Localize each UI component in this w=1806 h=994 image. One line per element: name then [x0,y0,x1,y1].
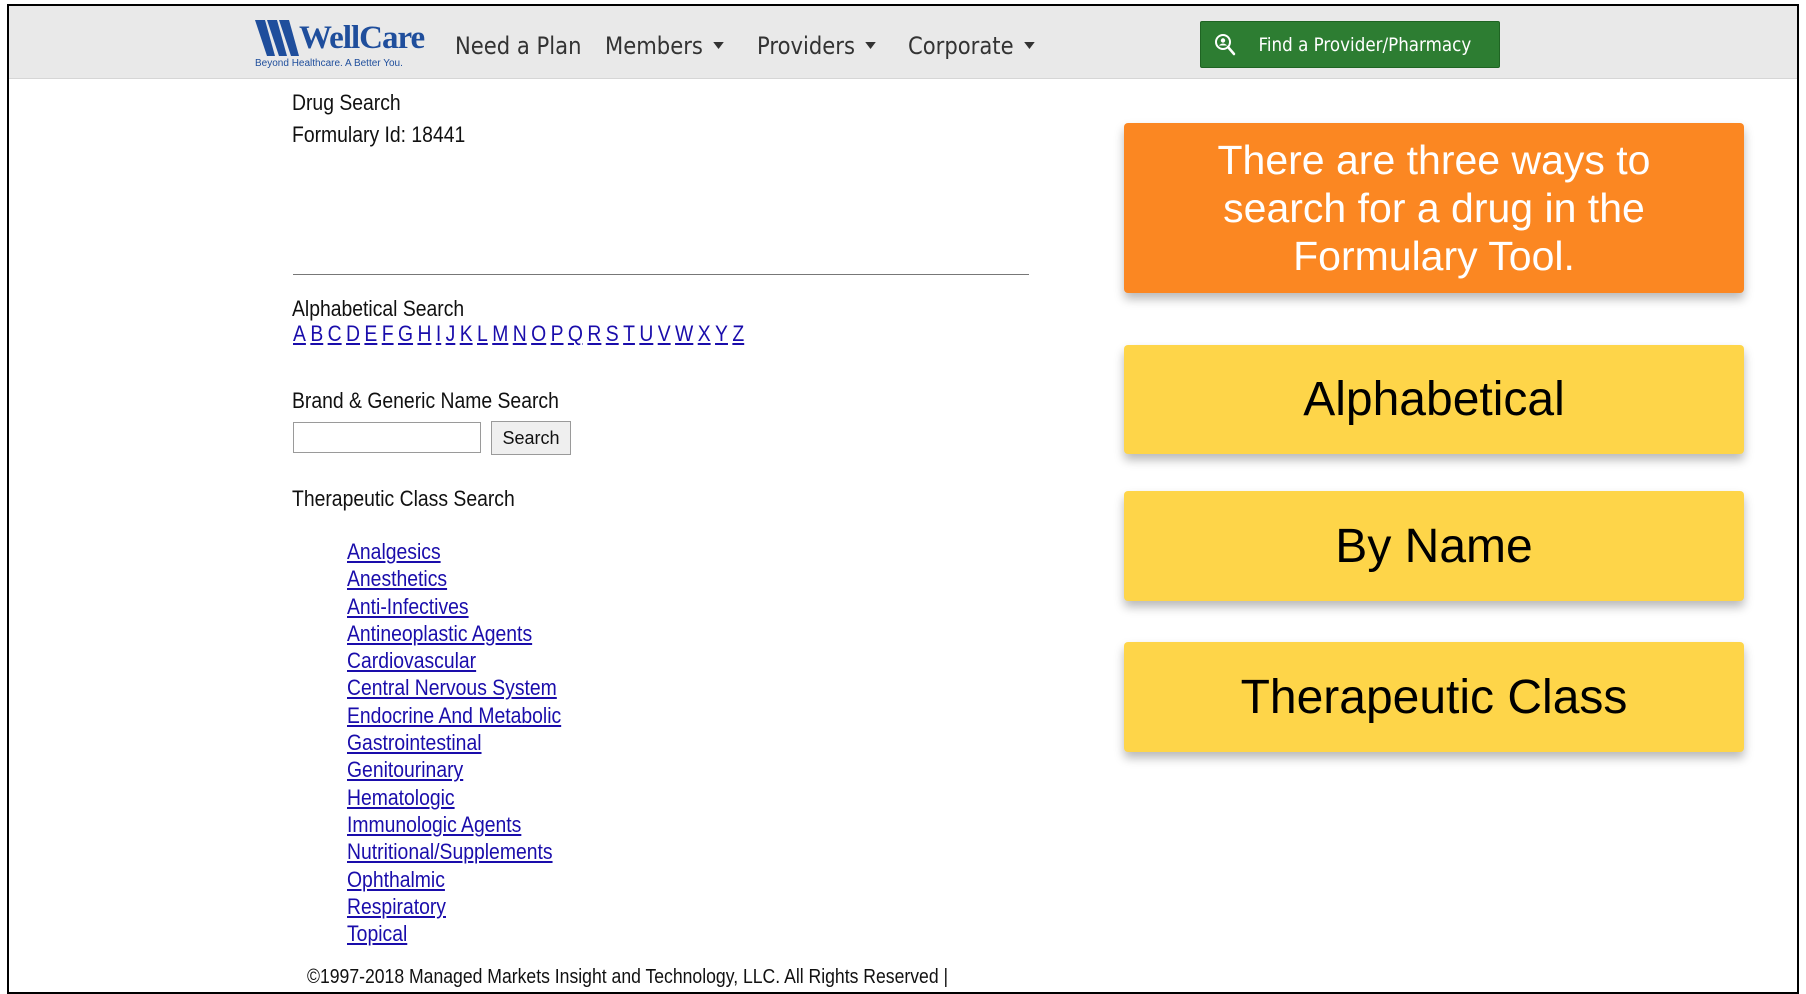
letter-link-u[interactable]: U [639,321,653,346]
therapeutic-class-link[interactable]: Gastrointestinal [347,729,482,756]
letter-link-s[interactable]: S [606,321,619,346]
nav-corporate[interactable]: Corporate [908,32,1035,60]
list-item: Analgesics [347,538,590,565]
alphabet-links: ABCDEFGHIJKLMNOPQRSTUVWXYZ [293,321,749,347]
letter-link-o[interactable]: O [531,321,546,346]
by-name-callout[interactable]: By Name [1124,491,1744,601]
therapeutic-class-link[interactable]: Hematologic [347,784,455,811]
letter-link-w[interactable]: W [675,321,693,346]
nav-need-a-plan[interactable]: Need a Plan [455,32,582,60]
therapeutic-class-link[interactable]: Anesthetics [347,565,447,592]
caret-down-icon [865,41,877,49]
list-item: Ophthalmic [347,866,590,893]
list-item: Hematologic [347,784,590,811]
list-item: Topical [347,920,590,947]
nav-label: Providers [757,32,855,60]
app-frame: WellCare Beyond Healthcare. A Better You… [7,4,1799,994]
letter-link-n[interactable]: N [513,321,527,346]
divider [293,274,1029,275]
therapeutic-class-link[interactable]: Immunologic Agents [347,811,521,838]
list-item: Genitourinary [347,756,590,783]
therapeutic-class-list: Analgesics Anesthetics Anti-Infectives Anti… [347,538,590,947]
page-title: Drug Search [292,90,401,115]
formulary-id: Formulary Id: 18441 [292,122,466,147]
therapeutic-class-link[interactable]: Respiratory [347,893,446,920]
drug-name-input[interactable] [293,422,481,453]
letter-link-q[interactable]: Q [568,321,583,346]
list-item: Cardiovascular [347,647,590,674]
nav-label: Members [605,32,703,60]
letter-link-b[interactable]: B [310,321,323,346]
wellcare-logo-icon [255,20,299,56]
therapeutic-class-link[interactable]: Analgesics [347,538,441,565]
caret-down-icon [1024,41,1035,49]
wellcare-logo[interactable]: WellCare Beyond Healthcare. A Better You… [255,16,435,74]
letter-link-f[interactable]: F [382,321,394,346]
list-item: Antineoplastic Agents [347,620,590,647]
letter-link-c[interactable]: C [328,321,342,346]
caret-down-icon [713,41,725,49]
list-item: Central Nervous System [347,674,590,701]
search-button[interactable]: Search [491,421,571,455]
letter-link-h[interactable]: H [417,321,431,346]
list-item: Anesthetics [347,565,590,592]
letter-link-j[interactable]: J [446,321,456,346]
nav-label: Need a Plan [455,32,582,60]
letter-link-k[interactable]: K [460,321,473,346]
alphabetical-callout[interactable]: Alphabetical [1124,345,1744,454]
name-search-heading: Brand & Generic Name Search [292,388,559,413]
therapeutic-class-link[interactable]: Topical [347,920,407,947]
nav-label: Corporate [908,32,1014,60]
list-item: Respiratory [347,893,590,920]
top-navbar: WellCare Beyond Healthcare. A Better You… [9,6,1797,79]
nav-members[interactable]: Members [605,32,725,60]
letter-link-l[interactable]: L [477,321,488,346]
letter-link-r[interactable]: R [587,321,601,346]
letter-link-m[interactable]: M [492,321,508,346]
list-item: Gastrointestinal [347,729,590,756]
logo-wordmark: WellCare [299,20,425,56]
therapeutic-class-callout[interactable]: Therapeutic Class [1124,642,1744,752]
therapeutic-class-heading: Therapeutic Class Search [292,486,515,511]
letter-link-z[interactable]: Z [732,321,744,346]
therapeutic-class-link[interactable]: Antineoplastic Agents [347,620,532,647]
letter-link-i[interactable]: I [436,321,441,346]
nav-providers[interactable]: Providers [757,32,877,60]
list-item: Nutritional/Supplements [347,838,590,865]
therapeutic-class-link[interactable]: Endocrine And Metabolic [347,702,561,729]
therapeutic-class-link[interactable]: Ophthalmic [347,866,445,893]
therapeutic-class-link[interactable]: Genitourinary [347,756,463,783]
letter-link-x[interactable]: X [698,321,711,346]
copyright-footer: ©1997-2018 Managed Markets Insight and T… [307,966,949,988]
letter-link-a[interactable]: A [293,321,306,346]
intro-callout: There are three ways to search for a dru… [1124,123,1744,293]
letter-link-e[interactable]: E [364,321,377,346]
therapeutic-class-link[interactable]: Central Nervous System [347,674,557,701]
list-item: Endocrine And Metabolic [347,702,590,729]
find-provider-label: Find a Provider/Pharmacy [1258,33,1472,56]
search-person-icon [1215,33,1236,55]
therapeutic-class-link[interactable]: Anti-Infectives [347,593,469,620]
alphabetical-heading: Alphabetical Search [292,296,465,321]
letter-link-g[interactable]: G [398,321,413,346]
letter-link-v[interactable]: V [658,321,671,346]
therapeutic-class-link[interactable]: Cardiovascular [347,647,476,674]
list-item: Immunologic Agents [347,811,590,838]
therapeutic-class-link[interactable]: Nutritional/Supplements [347,838,553,865]
letter-link-t[interactable]: T [623,321,635,346]
letter-link-d[interactable]: D [346,321,360,346]
letter-link-p[interactable]: P [551,321,564,346]
list-item: Anti-Infectives [347,593,590,620]
logo-tagline: Beyond Healthcare. A Better You. [255,58,403,69]
letter-link-y[interactable]: Y [715,321,728,346]
find-provider-button[interactable]: Find a Provider/Pharmacy [1200,21,1500,68]
